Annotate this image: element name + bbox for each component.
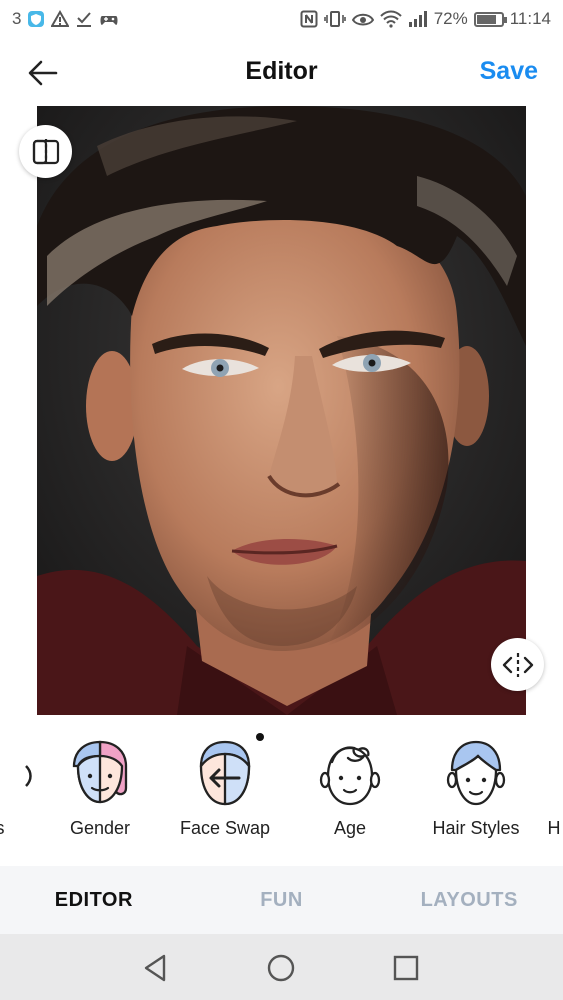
feature-item-gender[interactable]: Gender [38,730,162,850]
save-button[interactable]: Save [480,57,538,86]
feature-carousel[interactable]: s Gender Face Swap Age Hair Styles H [0,730,563,850]
feature-label: H [547,818,561,838]
face-swap-icon [193,736,257,810]
feature-label: Face Swap [179,818,271,838]
feature-item-face-swap[interactable]: Face Swap [163,730,287,850]
wifi-icon [379,10,402,28]
recents-square-icon[interactable] [390,952,422,984]
status-right: 72% 11:14 [300,9,551,29]
feature-item-partial-right[interactable]: H [492,730,563,850]
gender-face-icon [68,736,132,810]
age-face-icon [318,736,382,810]
warning-icon [51,10,70,28]
split-slider-handle[interactable] [491,638,544,691]
tab-layouts[interactable]: LAYOUTS [375,866,563,934]
back-triangle-icon[interactable] [140,952,172,984]
edited-photo[interactable] [37,106,526,715]
vibrate-icon [323,10,346,28]
home-circle-icon[interactable] [265,952,297,984]
nfc-icon [300,10,318,28]
system-navigation-bar [0,934,563,1000]
battery-percent: 72% [433,9,468,28]
notification-count: 3 [12,9,22,28]
status-bar: 3 72% 11:14 [0,0,563,38]
status-left: 3 [12,9,119,29]
tab-editor[interactable]: EDITOR [0,866,188,934]
compare-icon [32,138,59,165]
partial-feature-icon [0,736,32,810]
battery-icon [473,11,507,27]
page-title: Editor [245,57,318,85]
app-header: Editor Save [0,45,563,101]
game-controller-icon [99,10,119,28]
feature-label: Gender [69,818,131,838]
download-done-icon [75,10,93,28]
split-arrows-icon [502,652,533,677]
feature-item-age[interactable]: Age [288,730,412,850]
compare-toggle-button[interactable] [19,125,72,178]
bottom-tab-bar: EDITOR FUN LAYOUTS [0,866,563,934]
signal-icon [408,10,428,28]
portrait-image [37,106,526,715]
partial-feature-icon [522,736,563,810]
battery-fill [476,14,496,24]
shield-badge-icon [27,10,45,28]
editor-screen: 3 72% 11:14 Editor Save s Gender Face Sw… [0,0,563,1000]
clock: 11:14 [509,9,551,28]
eye-icon [351,10,374,28]
feature-label: Age [333,818,367,838]
tab-fun[interactable]: FUN [188,866,376,934]
